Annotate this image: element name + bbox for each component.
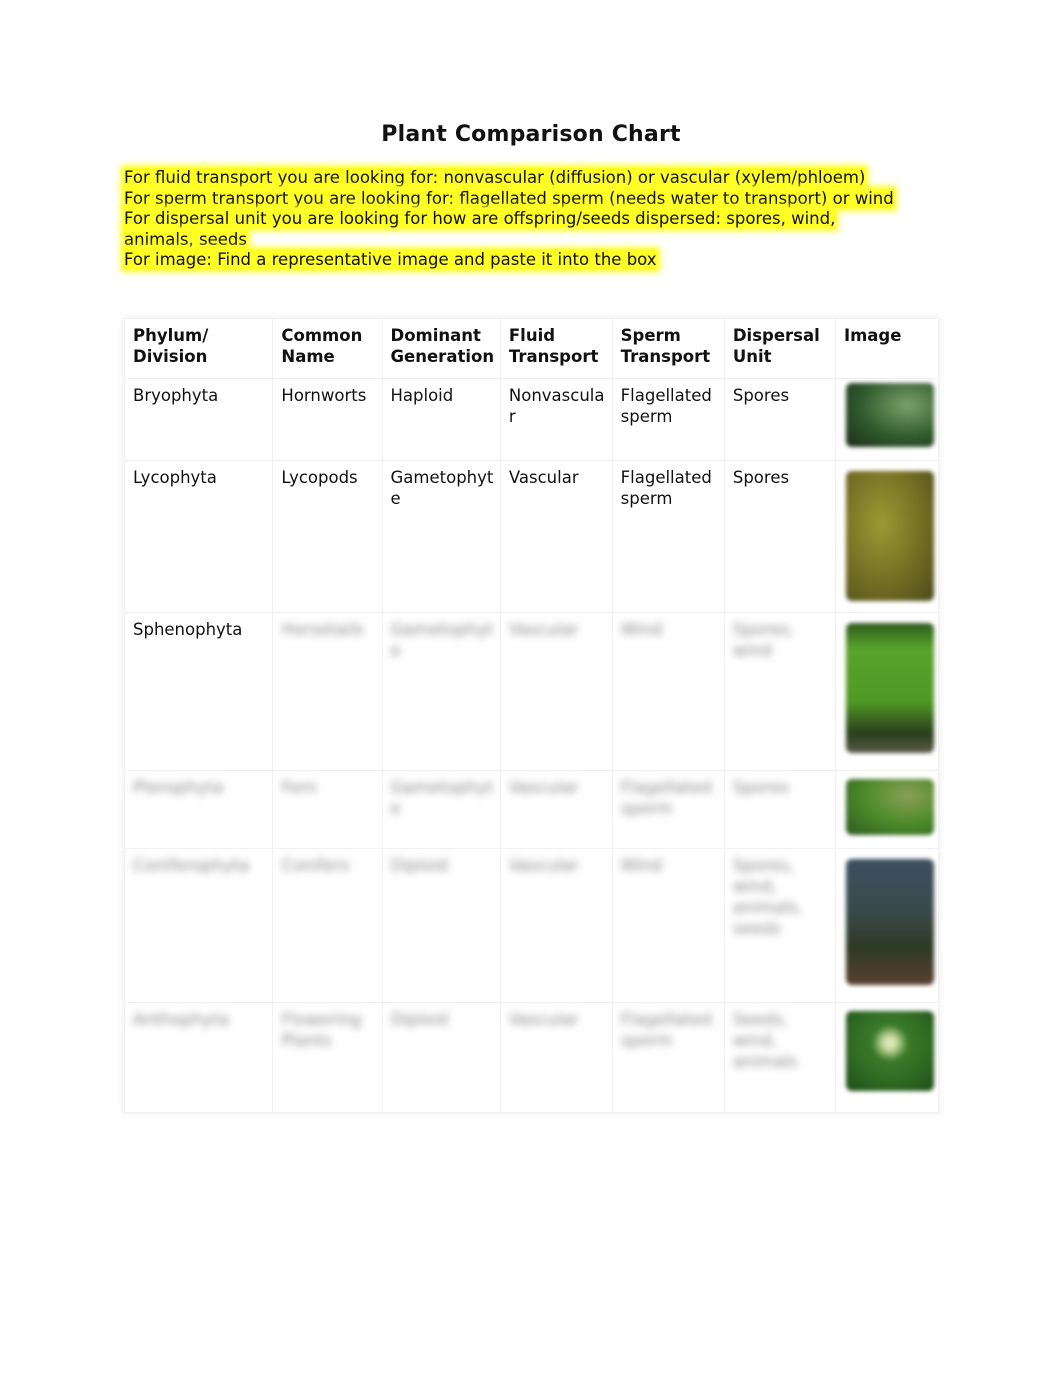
cell-sperm: Flagellated sperm — [611, 770, 725, 849]
cell-phylum: Pterophyta — [123, 770, 274, 849]
cell-common-name: Fern — [272, 770, 383, 849]
cell-fluid: Vascular — [499, 848, 613, 1003]
header-image: Image — [834, 318, 940, 379]
cell-phylum: Coniferophyta — [123, 848, 274, 1003]
cell-dispersal: Spores, wind, animals, seeds — [723, 848, 836, 1003]
table-row: Lycophyta Lycopods Gametophyte Vascular … — [123, 460, 940, 613]
instruction-sperm: For sperm transport you are looking for:… — [124, 188, 894, 208]
table-row: Pterophyta Fern Gametophyte Vascular Fla… — [123, 770, 940, 849]
header-fluid-transport: Fluid Transport — [499, 318, 613, 379]
instruction-image: For image: Find a representative image a… — [124, 250, 657, 269]
cell-phylum: Sphenophyta — [123, 612, 274, 771]
hornwort-photo — [845, 383, 934, 447]
cell-phylum: Bryophyta — [123, 378, 274, 461]
cell-common-name: Hornworts — [272, 378, 383, 461]
cell-generation: Diploid — [381, 848, 501, 1003]
header-common-name: Common Name — [272, 318, 383, 379]
cell-image — [834, 612, 940, 771]
table-row: Anthophyta Flowering Plants Diploid Vasc… — [123, 1002, 940, 1113]
lycopod-photo — [845, 471, 934, 601]
cell-image — [834, 378, 940, 461]
cell-image — [834, 848, 940, 1003]
table-row: Sphenophyta Horsetails Gametophyte Vascu… — [123, 612, 940, 771]
instructions-block: For fluid transport you are looking for:… — [124, 168, 944, 271]
instruction-dispersal: For dispersal unit you are looking for h… — [124, 209, 836, 228]
table-row: Coniferophyta Conifers Diploid Vascular … — [123, 848, 940, 1003]
cell-phylum: Anthophyta — [123, 1002, 274, 1113]
instruction-dispersal-cont: animals, seeds — [124, 229, 247, 249]
cell-common-name: Conifers — [272, 848, 383, 1003]
page-title: Plant Comparison Chart — [381, 122, 681, 147]
cell-common-name: Flowering Plants — [272, 1002, 383, 1113]
cell-phylum: Lycophyta — [123, 460, 274, 613]
cell-sperm: Flagellated sperm — [611, 1002, 725, 1113]
cell-dispersal: Spores — [723, 460, 836, 613]
cell-image — [834, 460, 940, 613]
cell-image — [834, 1002, 940, 1113]
horsetail-photo — [845, 623, 934, 753]
cell-generation: Diploid — [381, 1002, 501, 1113]
cell-generation: Gametophyte — [381, 460, 501, 613]
cell-fluid: Vascular — [499, 1002, 613, 1113]
cell-image — [834, 770, 940, 849]
cell-sperm: Wind — [611, 848, 725, 1003]
cell-common-name: Lycopods — [272, 460, 383, 613]
cell-generation: Haploid — [381, 378, 501, 461]
cell-fluid: Vascular — [499, 770, 613, 849]
conifer-photo — [845, 859, 934, 985]
table-header-row: Phylum/ Division Common Name Dominant Ge… — [123, 318, 940, 379]
header-dominant-generation: Dominant Generation — [381, 318, 501, 379]
fern-photo — [845, 779, 934, 835]
instruction-fluid: For fluid transport you are looking for:… — [124, 168, 866, 187]
cell-sperm: Flagellated sperm — [611, 378, 725, 461]
header-phylum: Phylum/ Division — [123, 318, 274, 379]
header-sperm-transport: Sperm Transport — [611, 318, 725, 379]
cell-fluid: Vascular — [499, 612, 613, 771]
plant-comparison-table: Phylum/ Division Common Name Dominant Ge… — [123, 318, 940, 1113]
cell-dispersal: Seeds, wind, animals — [723, 1002, 836, 1113]
cell-sperm: Wind — [611, 612, 725, 771]
flower-photo — [845, 1011, 934, 1091]
cell-fluid: Nonvascular — [499, 378, 613, 461]
cell-dispersal: Spores, wind — [723, 612, 836, 771]
cell-dispersal: Spores — [723, 770, 836, 849]
cell-generation: Gametophyte — [381, 612, 501, 771]
table-row: Bryophyta Hornworts Haploid Nonvascular … — [123, 378, 940, 461]
cell-generation: Gametophyte — [381, 770, 501, 849]
cell-dispersal: Spores — [723, 378, 836, 461]
cell-fluid: Vascular — [499, 460, 613, 613]
header-dispersal-unit: Dispersal Unit — [723, 318, 836, 379]
cell-common-name: Horsetails — [272, 612, 383, 771]
cell-sperm: Flagellated sperm — [611, 460, 725, 613]
